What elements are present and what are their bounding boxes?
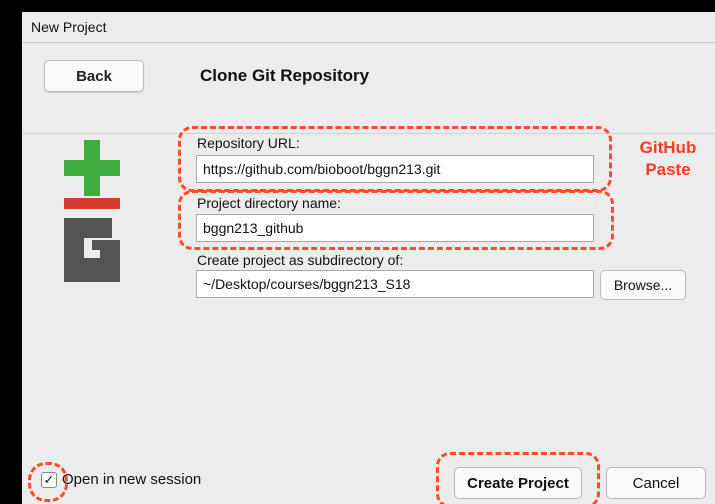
window-title: New Project: [31, 19, 107, 35]
subdir-label: Create project as subdirectory of:: [197, 252, 404, 268]
git-logo-red-bar: [64, 198, 120, 209]
open-new-session-label: Open in new session: [62, 471, 202, 488]
annotation-highlight-checkbox: [28, 462, 68, 502]
page-title: Clone Git Repository: [200, 66, 370, 85]
title-bar: New Project: [22, 12, 715, 43]
annotation-highlight-create-project: [436, 452, 600, 504]
dialog-header: Back Clone Git Repository: [22, 43, 715, 134]
new-project-dialog: New Project Back Clone Git Repository Re…: [22, 12, 715, 504]
annotation-label: GitHub Paste: [628, 137, 708, 181]
annotation-highlight-repo-url: [178, 126, 612, 192]
subdir-input[interactable]: ~/Desktop/courses/bggn213_S18: [196, 270, 594, 298]
browse-button[interactable]: Browse...: [600, 270, 686, 300]
annotation-highlight-dir-name: [178, 190, 614, 250]
annotation-line-1: GitHub: [639, 138, 697, 157]
annotation-line-2: Paste: [645, 160, 691, 179]
git-logo-plus-horizontal: [64, 160, 120, 176]
git-logo-icon: [64, 140, 120, 282]
back-button[interactable]: Back: [44, 60, 144, 92]
git-logo-g-shape: [64, 218, 120, 282]
cancel-button[interactable]: Cancel: [606, 467, 706, 499]
